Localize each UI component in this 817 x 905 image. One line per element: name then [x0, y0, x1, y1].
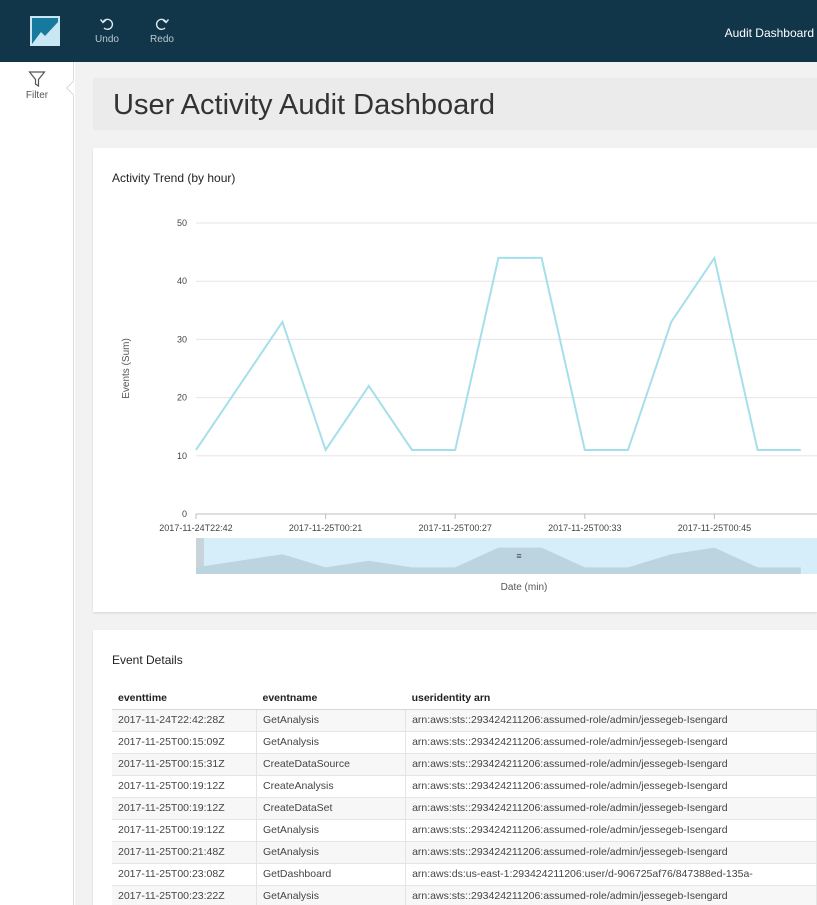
table-cell-eventname: GetAnalysis: [256, 819, 407, 842]
data-point[interactable]: [366, 383, 372, 389]
table-title: Event Details: [112, 653, 183, 667]
table-cell-eventname: GetAnalysis: [256, 841, 407, 864]
data-point[interactable]: [409, 447, 415, 453]
filter-icon: [28, 71, 46, 88]
y-tick-label: 30: [177, 334, 187, 344]
table-cell-useridentity-arn: arn:aws:sts::293424211206:assumed-role/a…: [405, 885, 817, 905]
table-cell-useridentity-arn: arn:aws:ds:us-east-1:293424211206:user/d…: [405, 863, 817, 886]
y-tick-label: 50: [177, 218, 187, 228]
app-logo-icon[interactable]: [30, 16, 60, 46]
top-toolbar: Undo Redo Audit Dashboard: [0, 0, 817, 62]
data-point[interactable]: [798, 447, 804, 453]
table-cell-eventtime: 2017-11-25T00:15:09Z: [112, 731, 257, 754]
x-tick-label: 2017-11-25T00:21: [289, 523, 362, 533]
data-point[interactable]: [582, 447, 588, 453]
filter-button[interactable]: Filter: [0, 70, 74, 101]
y-tick-label: 0: [182, 509, 187, 519]
table-cell-useridentity-arn: arn:aws:sts::293424211206:assumed-role/a…: [405, 775, 817, 798]
data-point[interactable]: [279, 319, 285, 325]
table-row[interactable]: 2017-11-25T00:19:12Z CreateAnalysis arn:aw…: [112, 775, 817, 798]
x-tick-label: 2017-11-25T00:45: [678, 523, 751, 533]
y-tick-label: 10: [177, 451, 187, 461]
table-row[interactable]: 2017-11-25T00:23:08Z GetDashboard arn:aws:…: [112, 863, 817, 886]
undo-button[interactable]: Undo: [95, 16, 119, 45]
data-point[interactable]: [668, 319, 674, 325]
table-row[interactable]: 2017-11-25T00:19:12Z CreateDataSet arn:aws…: [112, 797, 817, 820]
series-line: [195, 255, 801, 453]
table-cell-eventtime: 2017-11-25T00:19:12Z: [112, 775, 257, 798]
column-header-eventname[interactable]: eventname: [256, 687, 406, 710]
column-header-useridentity-arn[interactable]: useridentity arn: [405, 687, 817, 710]
table-cell-useridentity-arn: arn:aws:sts::293424211206:assumed-role/a…: [405, 797, 817, 820]
column-header-eventtime[interactable]: eventtime: [112, 687, 257, 710]
redo-button[interactable]: Redo: [149, 16, 175, 45]
table-row[interactable]: 2017-11-25T00:15:31Z CreateDataSource arn:…: [112, 753, 817, 776]
undo-icon: [99, 18, 114, 31]
table-header-row: eventtime eventname useridentity arn: [112, 687, 817, 710]
table-cell-eventname: GetAnalysis: [256, 709, 407, 732]
undo-label: Undo: [95, 34, 119, 45]
table-cell-useridentity-arn: arn:aws:sts::293424211206:assumed-role/a…: [405, 753, 817, 776]
data-point[interactable]: [452, 447, 458, 453]
x-tick-label: 2017-11-24T22:42: [159, 523, 232, 533]
table-cell-useridentity-arn: arn:aws:sts::293424211206:assumed-role/a…: [405, 819, 817, 842]
table-cell-eventname: GetDashboard: [256, 863, 407, 886]
x-axis-title: Date (min): [501, 582, 548, 593]
table-cell-eventname: CreateDataSource: [256, 753, 407, 776]
range-slider-grip-icon[interactable]: ≡: [516, 551, 521, 561]
table-cell-eventtime: 2017-11-25T00:23:08Z: [112, 863, 257, 886]
table-row[interactable]: 2017-11-25T00:19:12Z GetAnalysis arn:aws:s…: [112, 819, 817, 842]
y-tick-label: 20: [177, 393, 187, 403]
data-point[interactable]: [539, 255, 545, 261]
table-cell-useridentity-arn: arn:aws:sts::293424211206:assumed-role/a…: [405, 841, 817, 864]
activity-trend-visual[interactable]: Activity Trend (by hour) 0 10 20 30 40 50 2017…: [93, 148, 817, 612]
table-cell-eventtime: 2017-11-25T00:23:22Z: [112, 885, 257, 905]
table-cell-useridentity-arn: arn:aws:sts::293424211206:assumed-role/a…: [405, 709, 817, 732]
table-cell-eventtime: 2017-11-25T00:15:31Z: [112, 753, 257, 776]
data-point[interactable]: [711, 255, 717, 261]
y-axis-title: Events (Sum): [121, 338, 132, 399]
table-body: 2017-11-24T22:42:28Z GetAnalysis arn:aws:s…: [112, 709, 817, 905]
table-cell-eventname: GetAnalysis: [256, 731, 407, 754]
left-rail: [0, 62, 74, 905]
table-cell-eventtime: 2017-11-25T00:19:12Z: [112, 819, 257, 842]
page-title: User Activity Audit Dashboard: [113, 89, 496, 121]
data-point[interactable]: [495, 255, 501, 261]
redo-label: Redo: [150, 34, 174, 45]
table-cell-eventname: GetAnalysis: [256, 885, 407, 905]
dashboard-name: Audit Dashboard: [724, 26, 814, 40]
filter-label: Filter: [25, 90, 49, 101]
data-point[interactable]: [323, 447, 329, 453]
data-point[interactable]: [236, 383, 242, 389]
y-tick-label: 40: [177, 276, 187, 286]
event-details-visual[interactable]: Event Details eventtime eventname userid…: [93, 630, 817, 905]
table-row[interactable]: 2017-11-25T00:21:48Z GetAnalysis arn:aws:s…: [112, 841, 817, 864]
data-point[interactable]: [625, 447, 631, 453]
x-tick-label: 2017-11-25T00:33: [548, 523, 621, 533]
title-bar: User Activity Audit Dashboard: [93, 78, 817, 130]
table-cell-eventname: CreateDataSet: [256, 797, 407, 820]
table-cell-eventtime: 2017-11-24T22:42:28Z: [112, 709, 257, 732]
table-cell-useridentity-arn: arn:aws:sts::293424211206:assumed-role/a…: [405, 731, 817, 754]
redo-icon: [155, 18, 170, 31]
table-row[interactable]: 2017-11-25T00:15:09Z GetAnalysis arn:aws:s…: [112, 731, 817, 754]
table-cell-eventname: CreateAnalysis: [256, 775, 407, 798]
activity-line-chart[interactable]: 0 10 20 30 40 50 2017-11-24T22:42 2017-11-25T00…: [93, 148, 817, 612]
table-cell-eventtime: 2017-11-25T00:21:48Z: [112, 841, 257, 864]
table-cell-eventtime: 2017-11-25T00:19:12Z: [112, 797, 257, 820]
table-row[interactable]: 2017-11-24T22:42:28Z GetAnalysis arn:aws:s…: [112, 709, 817, 732]
table-row[interactable]: 2017-11-25T00:23:22Z GetAnalysis arn:aws:s…: [112, 885, 817, 905]
data-point[interactable]: [755, 447, 761, 453]
data-point[interactable]: [193, 447, 199, 453]
x-tick-label: 2017-11-25T00:27: [419, 523, 492, 533]
event-details-table: eventtime eventname useridentity arn 201…: [112, 687, 817, 905]
